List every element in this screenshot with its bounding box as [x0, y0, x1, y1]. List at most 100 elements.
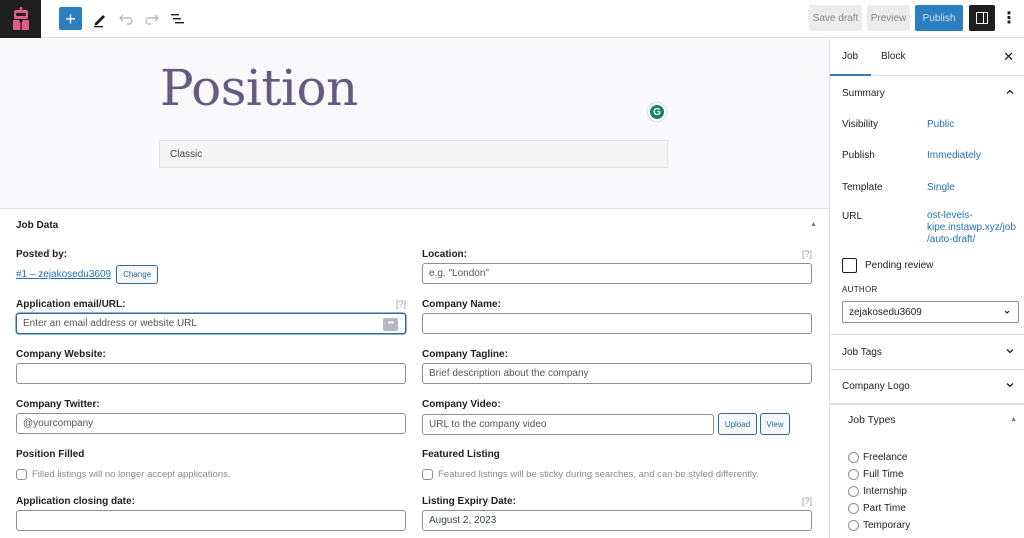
- closing-date-field: Application closing date:: [16, 496, 406, 531]
- list-view-button[interactable]: [168, 9, 188, 29]
- job-type-option[interactable]: Full Time: [848, 469, 904, 480]
- chevron-down-icon: [1006, 349, 1014, 354]
- add-block-button[interactable]: +: [59, 7, 82, 30]
- author-select[interactable]: zejakosedu3609: [842, 301, 1019, 323]
- help-icon[interactable]: [?]: [802, 496, 812, 506]
- pencil-icon: [94, 15, 105, 28]
- radio-button[interactable]: [848, 486, 859, 497]
- close-icon[interactable]: ✕: [1003, 49, 1014, 65]
- tab-job[interactable]: Job: [842, 51, 858, 62]
- posted-by-field: Posted by: #1 – zejakosedu3609 Change: [16, 249, 406, 284]
- featured-listing-field: Featured Listing Featured listings will …: [422, 449, 812, 482]
- company-twitter-input[interactable]: @yourcompany: [16, 413, 406, 434]
- position-filled-checkbox[interactable]: [16, 468, 27, 480]
- save-draft-button[interactable]: Save draft: [809, 5, 862, 31]
- preview-button[interactable]: Preview: [867, 5, 910, 31]
- publish-value[interactable]: Immediately: [927, 150, 981, 162]
- closing-date-label: Application closing date:: [16, 496, 135, 507]
- job-types-panel-header[interactable]: Job Types ▲: [830, 403, 1024, 437]
- grammarly-icon[interactable]: G: [648, 103, 666, 121]
- application-field: Application email/URL: [?] Enter an emai…: [16, 299, 406, 334]
- metabox-title: Job Data: [16, 220, 59, 231]
- url-label: URL: [842, 211, 863, 222]
- job-type-option[interactable]: Internship: [848, 486, 907, 497]
- company-video-placeholder: URL to the company video: [429, 418, 547, 430]
- featured-listing-checkbox[interactable]: [422, 468, 433, 480]
- upload-video-button[interactable]: Upload: [718, 413, 757, 435]
- company-name-label: Company Name:: [422, 299, 501, 310]
- template-value[interactable]: Single: [927, 182, 955, 194]
- closing-date-input[interactable]: [16, 510, 406, 531]
- posted-by-label: Posted by:: [16, 249, 68, 260]
- editor-toolbar: + Save draft Preview Publish ⋮: [0, 0, 1024, 38]
- job-tags-title: Job Tags: [842, 346, 882, 358]
- company-tagline-input[interactable]: Brief description about the company: [422, 363, 812, 384]
- password-manager-icon[interactable]: •••: [383, 318, 398, 331]
- company-tagline-placeholder: Brief description about the company: [429, 368, 589, 379]
- radio-button[interactable]: [848, 503, 859, 514]
- company-tagline-label: Company Tagline:: [422, 349, 508, 360]
- company-name-input[interactable]: [422, 313, 812, 334]
- settings-sidebar: Job Block ✕ Summary Visibility Public Pu…: [829, 39, 1024, 538]
- undo-button[interactable]: [116, 9, 136, 29]
- view-video-button[interactable]: View: [760, 413, 790, 435]
- job-types-toggle-icon: ▲: [1010, 416, 1017, 423]
- radio-button[interactable]: [848, 469, 859, 480]
- author-label: AUTHOR: [842, 285, 878, 294]
- tools-button[interactable]: [90, 9, 110, 29]
- metabox-toggle-icon[interactable]: ▲: [810, 221, 817, 228]
- redo-icon: [145, 14, 159, 25]
- company-logo-panel-header[interactable]: Company Logo: [830, 369, 1024, 403]
- site-logo[interactable]: [0, 0, 41, 38]
- posted-by-user-link[interactable]: #1 – zejakosedu3609: [16, 269, 111, 280]
- job-data-metabox: Job Data ▲ Posted by: #1 – zejakosedu360…: [0, 208, 829, 538]
- help-icon[interactable]: [?]: [802, 249, 812, 259]
- job-type-option[interactable]: Freelance: [848, 452, 907, 463]
- template-label: Template: [842, 182, 883, 193]
- company-tagline-field: Company Tagline: Brief description about…: [422, 349, 812, 384]
- pending-review-label: Pending review: [865, 260, 934, 271]
- job-tags-panel-header[interactable]: Job Tags: [830, 335, 1024, 369]
- expiry-date-field: Listing Expiry Date: [?] August 2, 2023: [422, 496, 812, 531]
- location-label: Location:: [422, 249, 467, 260]
- publish-label: Publish: [842, 150, 875, 161]
- settings-sidebar-toggle[interactable]: [969, 5, 995, 31]
- list-view-icon: [171, 14, 184, 24]
- pending-review-checkbox[interactable]: [842, 258, 857, 273]
- plus-icon: +: [65, 8, 76, 29]
- redo-button[interactable]: [142, 9, 162, 29]
- company-twitter-placeholder: @yourcompany: [23, 418, 94, 429]
- location-field: Location: [?] e.g. "London": [422, 249, 812, 284]
- position-filled-field: Position Filled Filled listings will no …: [16, 449, 406, 482]
- radio-button[interactable]: [848, 452, 859, 463]
- job-types-title: Job Types: [848, 414, 896, 426]
- sidebar-tabs: Job Block ✕: [830, 39, 1024, 76]
- summary-title: Summary: [842, 87, 885, 99]
- location-input[interactable]: e.g. "London": [422, 263, 812, 284]
- company-twitter-field: Company Twitter: @yourcompany: [16, 399, 406, 434]
- job-type-option[interactable]: Temporary: [848, 520, 910, 531]
- company-website-input[interactable]: [16, 363, 406, 384]
- radio-button[interactable]: [848, 520, 859, 531]
- change-author-button[interactable]: Change: [116, 265, 159, 284]
- author-value: zejakosedu3609: [849, 306, 922, 318]
- tab-block[interactable]: Block: [881, 51, 905, 62]
- application-placeholder: Enter an email address or website URL: [23, 318, 197, 329]
- editor-canvas: Position G Classic: [0, 39, 829, 208]
- more-options-button[interactable]: ⋮: [1001, 7, 1017, 29]
- company-video-input[interactable]: URL to the company video: [422, 413, 714, 435]
- position-filled-label: Position Filled: [16, 449, 85, 460]
- visibility-value[interactable]: Public: [927, 119, 954, 131]
- summary-panel-header[interactable]: Summary: [830, 76, 1024, 110]
- help-icon[interactable]: [?]: [396, 299, 406, 309]
- company-video-label: Company Video:: [422, 399, 501, 410]
- job-type-option[interactable]: Part Time: [848, 503, 906, 514]
- application-input[interactable]: Enter an email address or website URL: [16, 313, 406, 334]
- url-value[interactable]: ost-levels- kipe.instawp.xyz/job /auto-d…: [927, 210, 1016, 246]
- visibility-label: Visibility: [842, 119, 878, 130]
- company-website-label: Company Website:: [16, 349, 106, 360]
- post-title[interactable]: Position: [160, 59, 358, 117]
- classic-block[interactable]: Classic: [159, 140, 668, 168]
- expiry-date-input[interactable]: August 2, 2023: [422, 510, 812, 531]
- publish-button[interactable]: Publish: [915, 5, 963, 31]
